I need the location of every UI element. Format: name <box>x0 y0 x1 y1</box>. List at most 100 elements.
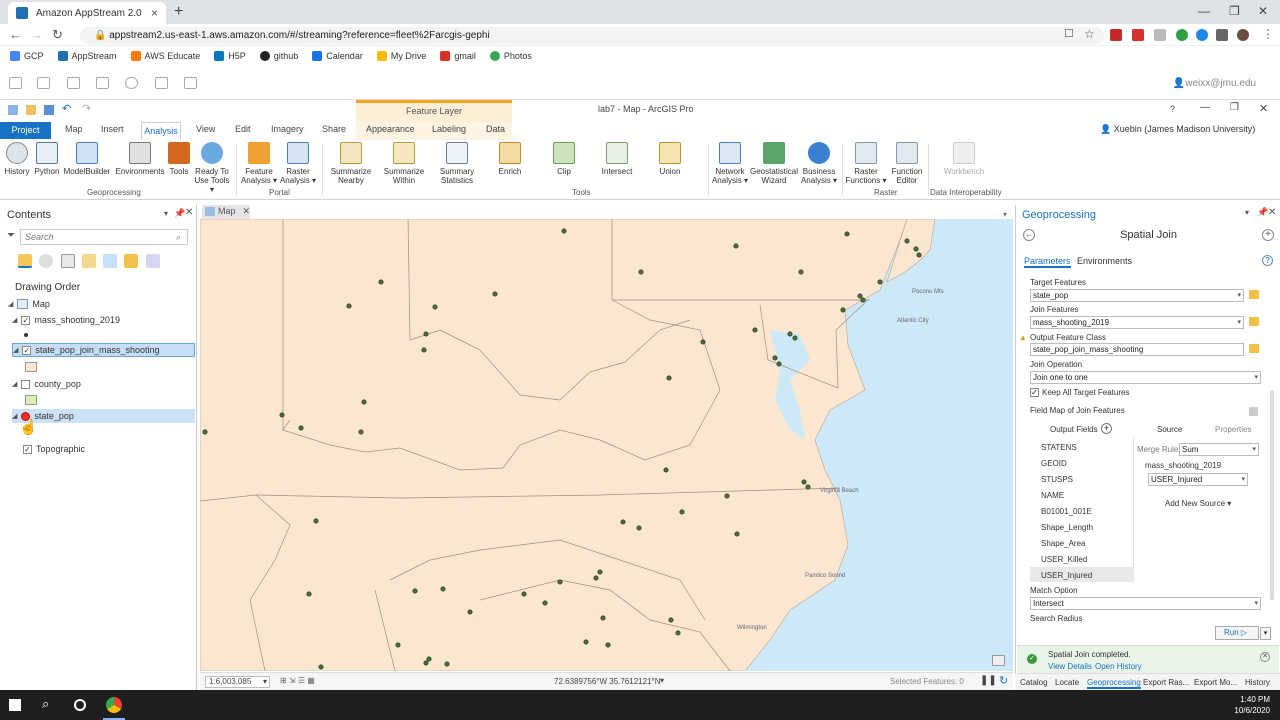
back-icon[interactable]: ← <box>9 27 22 42</box>
collapse-icon[interactable]: ◢ <box>13 346 18 354</box>
tab-geoprocessing[interactable]: Geoprocessing <box>1087 678 1141 689</box>
bookmark-h5p[interactable]: H5P <box>214 51 246 61</box>
layer-state-pop[interactable]: ◢ state_pop <box>12 409 195 423</box>
view-details-link[interactable]: View Details <box>1048 662 1092 671</box>
field-item[interactable]: Shape_Area <box>1041 539 1085 548</box>
layer-county-pop[interactable]: ◢ county_pop <box>12 377 198 391</box>
bookmark-calendar[interactable]: Calendar <box>312 51 363 61</box>
bookmark-gmail[interactable]: gmail <box>440 51 476 61</box>
bookmark-my-drive[interactable]: My Drive <box>376 51 426 61</box>
shooting-point[interactable] <box>844 231 850 237</box>
shooting-point[interactable] <box>600 615 606 621</box>
add-new-source-button[interactable]: Add New Source ▾ <box>1165 499 1231 508</box>
tab-project[interactable]: Project <box>0 122 51 139</box>
keep-all-checkbox[interactable]: ✓ <box>1030 388 1039 397</box>
field-item[interactable]: STATENS <box>1041 443 1077 452</box>
restore-icon[interactable]: ❐ <box>1229 4 1240 18</box>
menu-icon[interactable]: ⋮ <box>1262 28 1274 41</box>
bookmark-aws-educate[interactable]: AWS Educate <box>130 51 200 61</box>
filter-icon[interactable]: ⏷ <box>7 230 15 241</box>
shooting-point[interactable] <box>412 588 418 594</box>
shooting-point[interactable] <box>666 375 672 381</box>
tab-data[interactable]: Data <box>486 124 505 134</box>
field-item[interactable]: GEOID <box>1041 459 1067 468</box>
shooting-point[interactable] <box>636 525 642 531</box>
shooting-point[interactable] <box>421 347 427 353</box>
layer-map[interactable]: ◢ Map <box>8 297 194 311</box>
refresh-icon[interactable]: ↻ <box>999 674 1008 687</box>
shooting-point[interactable] <box>798 269 804 275</box>
pause-icon[interactable]: ❚❚ <box>980 675 997 686</box>
map-tools-icons[interactable]: ⊞ ⇲ ☰ ▦ <box>280 676 315 685</box>
chrome-icon[interactable] <box>106 697 122 713</box>
shooting-point[interactable] <box>561 228 567 234</box>
layer-visibility-checkbox[interactable]: ✓ <box>23 444 32 454</box>
summarize-nearby-button[interactable]: Summarize Nearby <box>328 142 374 185</box>
tab-locate[interactable]: Locate <box>1055 678 1079 687</box>
source-header[interactable]: Source <box>1157 425 1182 434</box>
shooting-point[interactable] <box>787 331 793 337</box>
settings-icon[interactable] <box>125 77 138 89</box>
map-navigator-icon[interactable] <box>992 655 1005 666</box>
shooting-point[interactable] <box>593 575 599 581</box>
close-window-icon[interactable]: ✕ <box>1258 4 1268 18</box>
shooting-point[interactable] <box>426 656 432 662</box>
shooting-point[interactable] <box>913 246 919 252</box>
help-icon[interactable]: ? <box>1262 255 1273 266</box>
tab-export-raster[interactable]: Export Ras... <box>1143 678 1189 687</box>
add-icon[interactable]: + <box>1262 229 1274 241</box>
apps-icon[interactable] <box>9 77 22 89</box>
tab-export-model[interactable]: Export Mo... <box>1194 678 1237 687</box>
fullscreen-icon[interactable] <box>155 77 168 89</box>
enrich-button[interactable]: Enrich <box>494 142 526 176</box>
source-field-select[interactable]: USER_Injured ▾ <box>1148 473 1248 486</box>
bookmark-photos[interactable]: Photos <box>489 51 532 61</box>
shooting-point[interactable] <box>840 307 846 313</box>
reload-icon[interactable]: ↻ <box>52 27 63 43</box>
tools-button[interactable]: Tools <box>166 142 192 176</box>
shooting-point[interactable] <box>492 291 498 297</box>
list-by-source-icon[interactable] <box>39 254 53 268</box>
tab-labeling[interactable]: Labeling <box>432 124 466 134</box>
shooting-point[interactable] <box>597 569 603 575</box>
shooting-point[interactable] <box>801 479 807 485</box>
collapse-icon[interactable]: ◢ <box>12 316 17 324</box>
field-item[interactable]: Shape_Length <box>1041 523 1093 532</box>
tab-edit[interactable]: Edit <box>235 124 251 134</box>
collapse-icon[interactable]: ◢ <box>12 412 17 420</box>
modelbuilder-button[interactable]: ModelBuilder <box>62 142 112 176</box>
properties-header[interactable]: Properties <box>1215 425 1251 434</box>
shooting-point[interactable] <box>583 639 589 645</box>
windows-icon[interactable] <box>37 77 50 89</box>
shooting-point[interactable] <box>423 331 429 337</box>
tab-insert[interactable]: Insert <box>101 124 124 134</box>
intersect-button[interactable]: Intersect <box>598 142 636 176</box>
extension-icon[interactable] <box>1132 29 1144 41</box>
layer-visibility-checkbox[interactable]: ✓ <box>21 315 31 325</box>
shooting-point[interactable] <box>776 361 782 367</box>
layer-state-pop-join[interactable]: ◢ ✓ state_pop_join_mass_shooting <box>12 343 195 357</box>
pin-icon[interactable]: 📌 <box>174 208 185 219</box>
open-history-link[interactable]: Open History <box>1095 662 1142 671</box>
shooting-point[interactable] <box>772 355 778 361</box>
profile-avatar[interactable] <box>1237 29 1249 41</box>
redo-icon[interactable]: ↷ <box>82 102 91 115</box>
raster-functions-button[interactable]: Raster Functions ▾ <box>845 142 887 185</box>
collapse-icon[interactable]: ◢ <box>12 380 17 388</box>
field-item[interactable]: B01001_001E <box>1041 507 1092 516</box>
summarize-within-button[interactable]: Summarize Within <box>381 142 427 185</box>
browse-folder-icon[interactable] <box>1249 290 1259 299</box>
shooting-point[interactable] <box>361 399 367 405</box>
raster-analysis-button[interactable]: Raster Analysis ▾ <box>278 142 318 185</box>
close-tab-icon[interactable]: ✕ <box>243 206 251 216</box>
extension-icon[interactable] <box>1110 29 1122 41</box>
list-by-editing-icon[interactable] <box>82 254 96 268</box>
app-minimize-icon[interactable]: — <box>1200 102 1210 113</box>
shooting-point[interactable] <box>638 269 644 275</box>
field-item[interactable]: USER_Injured <box>1041 571 1092 580</box>
join-operation-select[interactable]: Join one to one ▾ <box>1030 371 1261 384</box>
extension-icon[interactable] <box>1196 29 1208 41</box>
shooting-point[interactable] <box>679 509 685 515</box>
extension-icon[interactable] <box>1176 29 1188 41</box>
clip-button[interactable]: Clip <box>548 142 580 176</box>
